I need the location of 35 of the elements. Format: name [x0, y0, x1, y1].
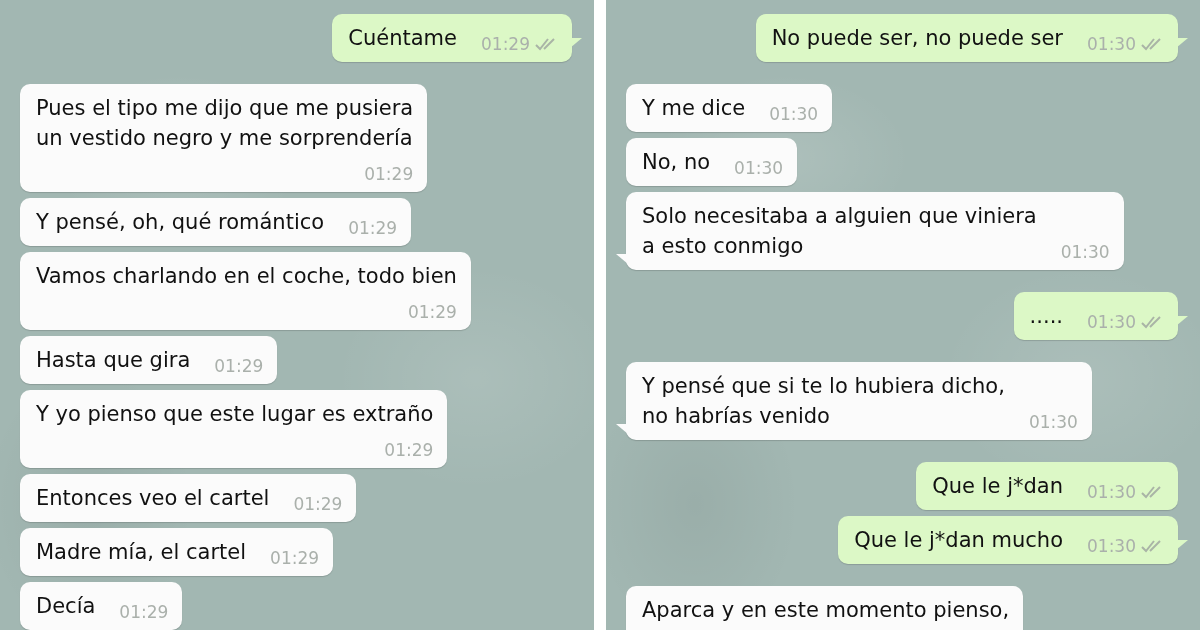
message-time: 01:29 — [481, 33, 530, 56]
message-time: 01:30 — [1087, 33, 1136, 56]
message-time: 01:30 — [1087, 535, 1136, 558]
message-text: Vamos charlando en el coche, todo bien — [36, 263, 457, 290]
message-text: Hasta que gira — [36, 347, 191, 374]
message-text: Cuéntame — [348, 25, 457, 52]
message-text: Solo necesitaba a alguien que viniera a esto conmigo — [642, 203, 1037, 260]
message-text: Que le j*dan mucho — [854, 527, 1063, 554]
message-text: Decía — [36, 593, 96, 620]
message-time: 01:29 — [270, 547, 320, 570]
message-time: 01:29 — [214, 355, 264, 378]
message-text: Madre mía, el cartel — [36, 539, 247, 566]
message-text: Aparca y en este momento pienso, — [642, 597, 1010, 624]
message-time: 01:29 — [119, 601, 169, 624]
message-text: Que le j*dan — [932, 473, 1063, 500]
message-text: Y pensé, oh, qué romántico — [36, 209, 325, 236]
message-time: 01:30 — [1028, 411, 1078, 434]
message-text: Pues el tipo me dijo que me pusiera un vestido negro y me sorprendería — [36, 95, 414, 152]
message-text: Entonces veo el cartel — [36, 485, 270, 512]
message-time: 01:29 — [384, 439, 434, 462]
message-time: 01:30 — [1087, 311, 1136, 334]
message-time: 01:30 — [1060, 241, 1110, 264]
message-time: 01:29 — [293, 493, 343, 516]
message-time: 01:29 — [407, 301, 457, 324]
message-text: No puede ser, no puede ser — [771, 25, 1063, 52]
message-time: 01:30 — [734, 157, 784, 180]
message-text: Y yo pienso que este lugar es extraño — [36, 401, 434, 428]
message-time: 01:30 — [769, 103, 819, 126]
message-time: 01:30 — [1087, 481, 1136, 504]
message-text: No, no — [642, 149, 711, 176]
message-time: 01:29 — [364, 163, 414, 186]
message-text: Y me dice — [642, 95, 746, 122]
message-time: 01:29 — [348, 217, 398, 240]
message-text: ..... — [1029, 303, 1063, 330]
message-text: Y pensé que si te lo hubiera dicho, no habrías venido — [642, 373, 1005, 430]
